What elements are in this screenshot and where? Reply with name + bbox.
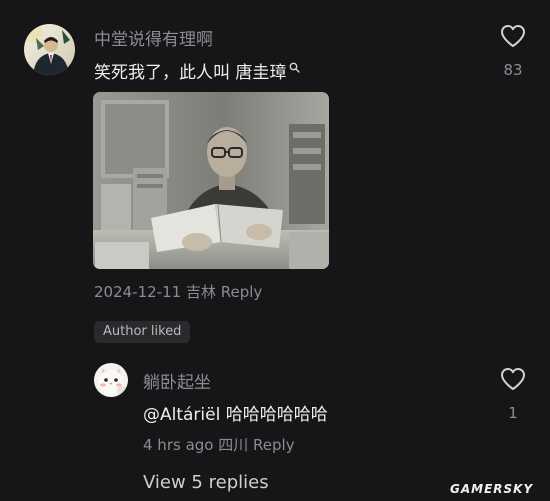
- search-icon[interactable]: [289, 62, 301, 73]
- reply-mention[interactable]: @Altáriël: [143, 405, 220, 425]
- commenter-avatar[interactable]: [24, 24, 75, 75]
- comment-body: 笑死我了，此人叫 唐圭璋: [94, 63, 287, 83]
- reply-body: 哈哈哈哈哈哈: [225, 405, 328, 425]
- reply-time: 4 hrs ago: [143, 436, 214, 454]
- replier-avatar[interactable]: [94, 363, 128, 397]
- view-replies-button[interactable]: View 5 replies: [143, 472, 269, 493]
- replier-username[interactable]: 躺卧起坐: [143, 368, 211, 393]
- heart-icon: [500, 367, 526, 395]
- comment-reply-button[interactable]: Reply: [221, 283, 263, 301]
- heart-icon: [500, 24, 526, 52]
- commenter-username[interactable]: 中堂说得有理啊: [94, 25, 213, 50]
- comment-text: 笑死我了，此人叫 唐圭璋: [94, 58, 301, 83]
- comment-meta: 2024-12-11 吉林 Reply: [94, 281, 262, 302]
- reply-location: 四川: [218, 436, 249, 454]
- reply-like-count: 1: [508, 404, 518, 422]
- reply-like-button[interactable]: 1: [495, 367, 531, 422]
- comment-like-count: 83: [503, 61, 523, 79]
- comment-location: 吉林: [185, 283, 216, 301]
- gamersky-watermark: GAMERSKY: [450, 482, 534, 496]
- reply-meta: 4 hrs ago 四川 Reply: [143, 434, 295, 455]
- comment-date: 2024-12-11: [94, 283, 182, 301]
- comment-photo[interactable]: [93, 92, 329, 269]
- reply-reply-button[interactable]: Reply: [253, 436, 295, 454]
- reply-text: @Altáriël 哈哈哈哈哈哈: [143, 400, 328, 425]
- comment-like-button[interactable]: 83: [495, 24, 531, 79]
- author-liked-badge: Author liked: [94, 321, 191, 343]
